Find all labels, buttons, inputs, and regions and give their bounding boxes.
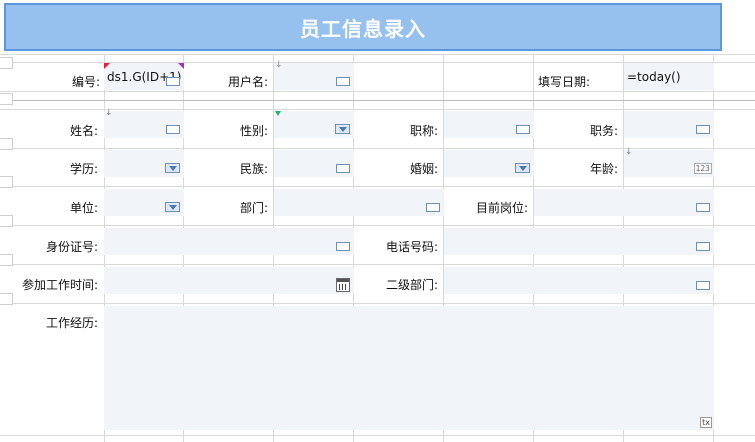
unit-select[interactable] <box>104 189 184 216</box>
dropdown-arrow-icon <box>335 124 350 134</box>
id-label: 编号: <box>71 75 100 89</box>
title-select[interactable] <box>444 111 534 138</box>
sub-department-input[interactable] <box>444 267 714 294</box>
age-label: 年龄: <box>589 162 618 176</box>
grid-line <box>0 109 755 110</box>
ethnicity-input[interactable] <box>274 150 354 177</box>
sub-department-label: 二级部门: <box>385 278 438 292</box>
name-label: 姓名: <box>69 124 98 138</box>
id-card-input[interactable] <box>104 228 354 255</box>
phone-input[interactable] <box>444 228 714 255</box>
ethnicity-label: 民族: <box>239 162 268 176</box>
start-work-label: 参加工作时间: <box>21 278 98 292</box>
page-title: 员工信息录入 <box>300 16 426 41</box>
row-header <box>0 138 13 150</box>
username-label: 用户名: <box>227 75 268 89</box>
education-select[interactable] <box>104 150 184 177</box>
textbox-icon <box>166 125 180 134</box>
position-label: 职务: <box>589 124 618 138</box>
grid-line <box>0 100 755 101</box>
start-work-date-input[interactable] <box>104 267 354 294</box>
row-header <box>0 254 13 266</box>
unit-label: 单位: <box>69 201 98 215</box>
row-header <box>0 93 13 105</box>
row-header <box>0 176 13 188</box>
dropdown-arrow-icon <box>165 202 180 212</box>
textbox-icon <box>696 203 710 212</box>
textbox-icon <box>696 281 710 290</box>
purple-corner-marker-icon <box>178 63 184 69</box>
age-number-input[interactable]: ↓ 123 <box>624 147 714 177</box>
grid-line <box>0 435 755 436</box>
position-input[interactable] <box>624 111 714 138</box>
row-header <box>0 215 13 227</box>
marital-label: 婚姻: <box>409 162 438 176</box>
gender-label: 性别: <box>239 124 268 138</box>
number-badge-icon: 123 <box>693 163 712 174</box>
row-header <box>0 57 13 69</box>
textbox-icon <box>336 77 350 86</box>
department-label: 部门: <box>239 201 268 215</box>
date-value: =today() <box>627 69 681 84</box>
id-card-label: 身份证号: <box>45 240 98 254</box>
calendar-icon[interactable] <box>336 278 350 292</box>
down-arrow-icon: ↓ <box>275 60 283 70</box>
textbox-icon <box>336 164 350 173</box>
grid-line <box>0 148 755 149</box>
textbox-icon <box>336 242 350 251</box>
textbox-icon <box>696 242 710 251</box>
down-arrow-icon: ↓ <box>105 108 113 118</box>
dropdown-arrow-icon <box>165 163 180 173</box>
current-post-input[interactable] <box>534 189 714 216</box>
title-label: 职称: <box>409 124 438 138</box>
textbox-icon <box>166 77 180 86</box>
dropdown-arrow-icon <box>515 163 530 173</box>
department-input[interactable] <box>274 189 444 216</box>
education-label: 学历: <box>69 162 98 176</box>
green-marker-icon <box>275 111 281 116</box>
grid-line <box>0 264 755 265</box>
gender-select[interactable] <box>274 111 354 138</box>
textbox-icon <box>516 125 530 134</box>
down-arrow-icon: ↓ <box>625 147 633 157</box>
current-post-label: 目前岗位: <box>475 201 528 215</box>
form-title-banner: 员工信息录入 <box>4 3 722 51</box>
work-history-textarea[interactable]: tx <box>104 306 714 430</box>
grid-line <box>0 91 755 92</box>
textarea-badge-icon: tx <box>700 417 712 428</box>
date-field[interactable]: =today() <box>624 63 714 90</box>
date-label: 填写日期: <box>537 75 590 89</box>
name-input[interactable]: ↓ <box>104 108 184 138</box>
grid-line <box>0 186 755 187</box>
red-corner-marker-icon <box>104 63 110 69</box>
marital-select[interactable] <box>444 150 534 177</box>
row-header <box>0 293 13 305</box>
grid-line <box>0 225 755 226</box>
form-page: 员工信息录入 编号: ds1.G(ID+1) 用户名: ↓ 填写日期: =tod… <box>0 0 755 442</box>
grid-line <box>0 303 755 304</box>
work-history-label: 工作经历: <box>45 316 98 330</box>
textbox-icon <box>696 125 710 134</box>
phone-label: 电话号码: <box>385 240 438 254</box>
username-field[interactable]: ↓ <box>274 60 354 90</box>
grid-line <box>0 54 755 55</box>
id-field[interactable]: ds1.G(ID+1) <box>104 63 184 90</box>
textbox-icon <box>426 203 440 212</box>
